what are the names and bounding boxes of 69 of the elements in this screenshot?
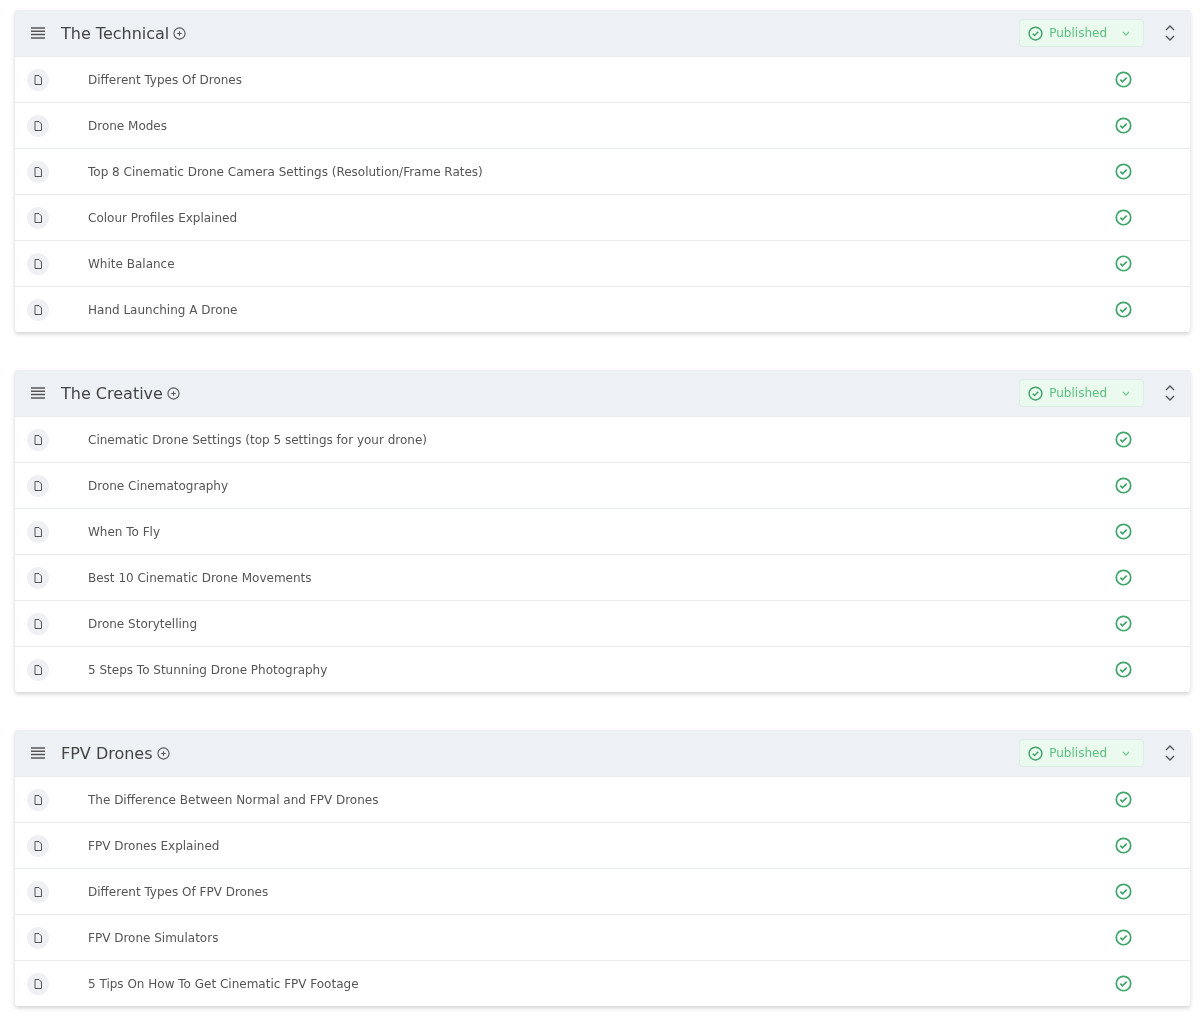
lesson-row[interactable]: When To Fly bbox=[15, 508, 1190, 554]
lesson-row[interactable]: FPV Drone Simulators bbox=[15, 914, 1190, 960]
add-icon[interactable] bbox=[173, 26, 187, 40]
lesson-row[interactable]: Drone Modes bbox=[15, 102, 1190, 148]
lesson-row[interactable]: Different Types Of Drones bbox=[15, 56, 1190, 102]
lesson-row[interactable]: Best 10 Cinematic Drone Movements bbox=[15, 554, 1190, 600]
section-title: The Technical bbox=[61, 23, 170, 43]
drag-handle-icon[interactable] bbox=[31, 747, 45, 759]
check-circle-icon bbox=[1028, 385, 1044, 401]
lesson-title: Drone Modes bbox=[88, 118, 168, 133]
chevron-down-icon bbox=[1121, 29, 1131, 37]
lesson-row[interactable]: 5 Steps To Stunning Drone Photography bbox=[15, 646, 1190, 692]
check-circle-icon bbox=[1028, 25, 1044, 41]
section-title: FPV Drones bbox=[61, 743, 153, 763]
lesson-title: 5 Tips On How To Get Cinematic FPV Footage bbox=[88, 976, 360, 991]
document-icon bbox=[27, 206, 49, 229]
document-icon bbox=[27, 926, 49, 949]
lesson-title: Drone Storytelling bbox=[88, 616, 199, 631]
expand-collapse-icon[interactable] bbox=[1164, 24, 1176, 42]
lesson-title: Drone Cinematography bbox=[88, 478, 230, 493]
lesson-title: Different Types Of FPV Drones bbox=[88, 884, 270, 899]
lesson-row[interactable]: White Balance bbox=[15, 240, 1190, 286]
expand-collapse-icon[interactable] bbox=[1164, 744, 1176, 762]
add-icon[interactable] bbox=[166, 386, 180, 400]
document-icon bbox=[27, 68, 49, 91]
document-icon bbox=[27, 834, 49, 857]
document-icon bbox=[27, 788, 49, 811]
document-icon bbox=[27, 880, 49, 903]
lesson-title: The Difference Between Normal and FPV Drones bbox=[88, 792, 380, 807]
document-icon bbox=[27, 972, 49, 995]
lesson-row[interactable]: Drone Cinematography bbox=[15, 462, 1190, 508]
lesson-row[interactable]: The Difference Between Normal and FPV Drones bbox=[15, 776, 1190, 822]
lesson-title: Best 10 Cinematic Drone Movements bbox=[88, 570, 313, 585]
lesson-title: White Balance bbox=[88, 256, 176, 271]
lesson-title: Hand Launching A Drone bbox=[88, 302, 239, 317]
lesson-title: Top 8 Cinematic Drone Camera Settings (Resolution/Frame Rates) bbox=[88, 164, 484, 179]
lesson-row[interactable]: FPV Drones Explained bbox=[15, 822, 1190, 868]
lesson-row[interactable]: Colour Profiles Explained bbox=[15, 194, 1190, 240]
lesson-row[interactable]: Top 8 Cinematic Drone Camera Settings (Resolution/Frame Rates) bbox=[15, 148, 1190, 194]
lesson-title: 5 Steps To Stunning Drone Photography bbox=[88, 662, 329, 677]
document-icon bbox=[27, 612, 49, 635]
lesson-row[interactable]: Cinematic Drone Settings (top 5 settings for your drone) bbox=[15, 416, 1190, 462]
lesson-title: Colour Profiles Explained bbox=[88, 210, 239, 225]
chevron-down-icon bbox=[1121, 389, 1131, 397]
document-icon bbox=[27, 114, 49, 137]
lesson-row[interactable]: 5 Tips On How To Get Cinematic FPV Footage bbox=[15, 960, 1190, 1006]
document-icon bbox=[27, 252, 49, 275]
document-icon bbox=[27, 298, 49, 321]
chevron-down-icon bbox=[1121, 749, 1131, 757]
document-icon bbox=[27, 428, 49, 451]
lesson-title: FPV Drone Simulators bbox=[88, 930, 220, 945]
lesson-row[interactable]: Different Types Of FPV Drones bbox=[15, 868, 1190, 914]
document-icon bbox=[27, 566, 49, 589]
add-icon[interactable] bbox=[156, 746, 170, 760]
lesson-title: Different Types Of Drones bbox=[88, 72, 243, 87]
drag-handle-icon[interactable] bbox=[31, 387, 45, 399]
lesson-title: FPV Drones Explained bbox=[88, 838, 221, 853]
document-icon bbox=[27, 658, 49, 681]
section-title: The Creative bbox=[61, 383, 163, 403]
check-circle-icon bbox=[1028, 745, 1044, 761]
document-icon bbox=[27, 160, 49, 183]
lesson-title: When To Fly bbox=[88, 524, 162, 539]
lesson-title: Cinematic Drone Settings (top 5 settings for your drone) bbox=[88, 432, 428, 447]
drag-handle-icon[interactable] bbox=[31, 27, 45, 39]
lesson-row[interactable]: Hand Launching A Drone bbox=[15, 286, 1190, 332]
lesson-row[interactable]: Drone Storytelling bbox=[15, 600, 1190, 646]
expand-collapse-icon[interactable] bbox=[1164, 384, 1176, 402]
document-icon bbox=[27, 520, 49, 543]
document-icon bbox=[27, 474, 49, 497]
